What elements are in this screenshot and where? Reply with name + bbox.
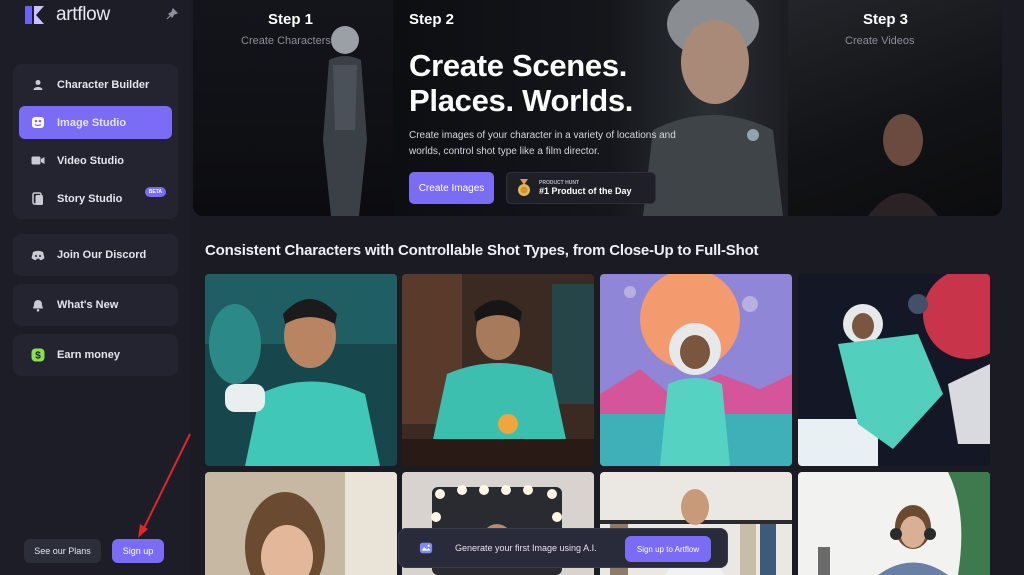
create-images-button[interactable]: Create Images xyxy=(409,172,494,204)
sidebar: artflow Character Builder Image Studio V… xyxy=(0,0,190,575)
sidebar-item-video-studio[interactable]: Video Studio xyxy=(19,144,172,177)
product-hunt-award: #1 Product of the Day xyxy=(539,186,632,196)
whats-new-button[interactable]: What's New xyxy=(13,284,178,326)
hero-description: Create images of your character in a var… xyxy=(409,130,676,157)
gallery-image-girl-portrait[interactable] xyxy=(205,472,397,575)
svg-text:$: $ xyxy=(35,351,41,362)
app-root: artflow Character Builder Image Studio V… xyxy=(0,0,1024,575)
sidebar-item-story-studio[interactable]: Story Studio BETA xyxy=(19,182,172,215)
gallery-image-spaceship-closeup[interactable] xyxy=(205,274,397,466)
book-icon xyxy=(31,191,45,206)
gallery-image-headphones-girl[interactable] xyxy=(798,472,990,575)
sign-up-button[interactable]: Sign up xyxy=(112,539,164,563)
gallery-image-space-float[interactable] xyxy=(798,274,990,466)
brand[interactable]: artflow xyxy=(22,4,110,26)
step3-title: Step 3 xyxy=(863,11,909,28)
sidebar-item-label: Story Studio xyxy=(57,192,123,205)
gallery-image-planet-astronaut[interactable] xyxy=(600,274,792,466)
step1-subtitle: Create Characters xyxy=(241,35,331,47)
earn-money-button[interactable]: $ Earn money xyxy=(13,334,178,376)
medal-icon xyxy=(518,179,530,196)
beta-badge: BETA xyxy=(144,187,166,197)
image-face-icon xyxy=(31,116,45,130)
hero-banner: Step 1 Create Characters Step 2 Step 3 C… xyxy=(193,0,1002,216)
join-discord-button[interactable]: Join Our Discord xyxy=(13,234,178,276)
bell-icon xyxy=(31,298,45,312)
sidebar-item-label: Video Studio xyxy=(57,154,125,167)
step2-title: Step 2 xyxy=(409,11,455,28)
sidebar-item-image-studio[interactable]: Image Studio xyxy=(19,106,172,139)
step1-title: Step 1 xyxy=(268,11,314,28)
product-hunt-text: PRODUCT HUNT #1 Product of the Day xyxy=(539,180,632,196)
character-figure-image xyxy=(323,26,367,216)
artflow-logo-icon xyxy=(22,4,48,26)
video-still-image xyxy=(868,114,938,216)
dollar-icon: $ xyxy=(31,348,45,362)
section-title: Consistent Characters with Controllable … xyxy=(205,242,759,259)
earn-money-label: Earn money xyxy=(57,349,120,361)
pin-icon[interactable] xyxy=(166,7,180,22)
product-hunt-badge[interactable]: PRODUCT HUNT #1 Product of the Day xyxy=(506,172,656,204)
discord-label: Join Our Discord xyxy=(57,249,147,261)
sign-up-to-artflow-button[interactable]: Sign up to Artflow xyxy=(625,536,711,562)
hero-headline-line2: Places. Worlds. xyxy=(409,83,634,118)
discord-icon xyxy=(31,248,45,262)
gallery-image-bar-scene[interactable] xyxy=(402,274,594,466)
signup-promo-banner: Generate your first Image using A.I. Sig… xyxy=(398,528,728,568)
brand-name: artflow xyxy=(56,4,110,25)
image-gen-icon xyxy=(419,541,433,555)
promo-text: Generate your first Image using A.I. xyxy=(455,543,597,553)
character-portrait-image xyxy=(643,0,783,216)
hero-headline-line1: Create Scenes. xyxy=(409,48,628,83)
person-icon xyxy=(31,78,45,92)
sidebar-item-character-builder[interactable]: Character Builder xyxy=(19,68,172,101)
whats-new-label: What's New xyxy=(57,299,119,311)
studio-nav: Character Builder Image Studio Video Stu… xyxy=(13,64,178,219)
sidebar-item-label: Image Studio xyxy=(57,116,127,129)
step3-subtitle: Create Videos xyxy=(845,35,915,47)
hero-headline: Create Scenes. Places. Worlds. xyxy=(409,48,633,118)
camera-icon xyxy=(31,154,45,168)
see-plans-button[interactable]: See our Plans xyxy=(24,539,101,563)
sidebar-item-label: Character Builder xyxy=(57,78,150,91)
